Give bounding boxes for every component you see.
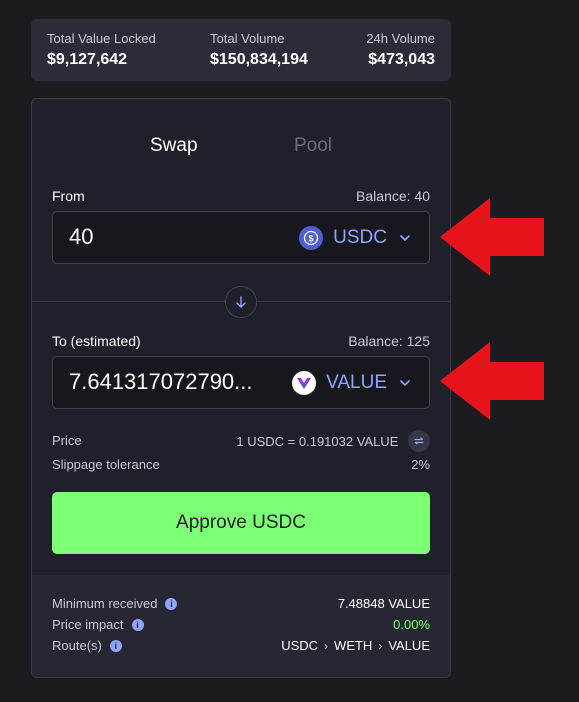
red-arrow-annotation-icon bbox=[440, 198, 544, 276]
stat-value: $9,127,642 bbox=[47, 51, 128, 68]
route-row: Route(s) i USDC › WETH › VALUE bbox=[52, 638, 430, 656]
route-chevron-icon: › bbox=[324, 638, 329, 653]
stat-value: $150,834,194 bbox=[210, 51, 308, 68]
from-input-box[interactable]: 40 $ USDC bbox=[52, 211, 430, 264]
svg-text:$: $ bbox=[309, 234, 314, 244]
to-token-name: VALUE bbox=[326, 372, 387, 393]
slippage-label: Slippage tolerance bbox=[52, 457, 160, 472]
to-token-selector[interactable]: VALUE bbox=[292, 370, 413, 396]
price-value: 1 USDC = 0.191032 VALUE bbox=[236, 433, 399, 449]
info-icon[interactable]: i bbox=[131, 618, 144, 631]
info-icon[interactable]: i bbox=[165, 597, 178, 610]
price-row: Price 1 USDC = 0.191032 VALUE bbox=[52, 430, 430, 452]
route-token: WETH bbox=[334, 638, 373, 653]
info-icon[interactable]: i bbox=[109, 639, 122, 652]
usdc-coin-icon: $ bbox=[299, 226, 324, 250]
stat-label: Total Value Locked bbox=[47, 31, 156, 46]
stat-24h-volume: 24h Volume $473,043 bbox=[366, 31, 435, 69]
value-coin-icon bbox=[292, 371, 317, 395]
price-label: Price bbox=[52, 433, 82, 448]
to-balance: Balance: 125 bbox=[348, 333, 430, 349]
slippage-row: Slippage tolerance 2% bbox=[52, 457, 430, 472]
red-arrow-annotation-icon bbox=[440, 342, 544, 420]
from-token-name: USDC bbox=[333, 227, 387, 248]
price-impact-label: Price impact bbox=[52, 617, 124, 632]
approve-usdc-button[interactable]: Approve USDC bbox=[52, 492, 430, 554]
price-value-group: 1 USDC = 0.191032 VALUE bbox=[236, 430, 430, 452]
route-token: USDC bbox=[281, 638, 319, 653]
chevron-down-icon bbox=[400, 380, 410, 386]
route-path: USDC › WETH › VALUE bbox=[281, 638, 430, 653]
refresh-icon bbox=[414, 437, 424, 445]
price-impact-row: Price impact i 0.00% bbox=[52, 617, 430, 635]
chevron-down-icon bbox=[400, 235, 410, 241]
to-amount-input[interactable]: 7.641317072790... bbox=[69, 369, 279, 395]
to-input-box[interactable]: 7.641317072790... VALUE bbox=[52, 356, 430, 409]
stat-label: Total Volume bbox=[210, 31, 285, 46]
from-token-selector[interactable]: $ USDC bbox=[299, 225, 413, 251]
minimum-received-label: Minimum received bbox=[52, 596, 158, 611]
route-label: Route(s) bbox=[52, 638, 102, 653]
slippage-value: 2% bbox=[411, 457, 430, 472]
price-impact-value: 0.00% bbox=[393, 617, 430, 632]
from-balance: Balance: 40 bbox=[356, 188, 430, 204]
stat-value: $473,043 bbox=[368, 51, 435, 68]
refresh-price-button[interactable] bbox=[408, 430, 430, 452]
route-chevron-icon: › bbox=[378, 638, 383, 653]
from-label: From bbox=[52, 188, 85, 204]
stat-label: 24h Volume bbox=[366, 31, 435, 46]
stat-total-value-locked: Total Value Locked $9,127,642 bbox=[47, 31, 156, 69]
tab-pool[interactable]: Pool bbox=[294, 135, 332, 157]
minimum-received-row: Minimum received i 7.48848 VALUE bbox=[52, 596, 430, 614]
route-token: VALUE bbox=[388, 638, 430, 653]
swap-card: Swap Pool From Balance: 40 40 $ USDC To … bbox=[31, 98, 451, 678]
minimum-received-value: 7.48848 VALUE bbox=[337, 596, 430, 611]
stats-panel: Total Value Locked $9,127,642 Total Volu… bbox=[31, 19, 451, 81]
trade-details: Minimum received i 7.48848 VALUE Price im… bbox=[32, 575, 450, 677]
arrow-down-icon bbox=[236, 296, 246, 308]
swap-direction-button[interactable] bbox=[225, 286, 257, 318]
tab-swap[interactable]: Swap bbox=[150, 135, 198, 157]
from-amount-input[interactable]: 40 bbox=[69, 224, 279, 250]
stat-total-volume: Total Volume $150,834,194 bbox=[210, 31, 308, 69]
to-label: To (estimated) bbox=[52, 333, 141, 349]
